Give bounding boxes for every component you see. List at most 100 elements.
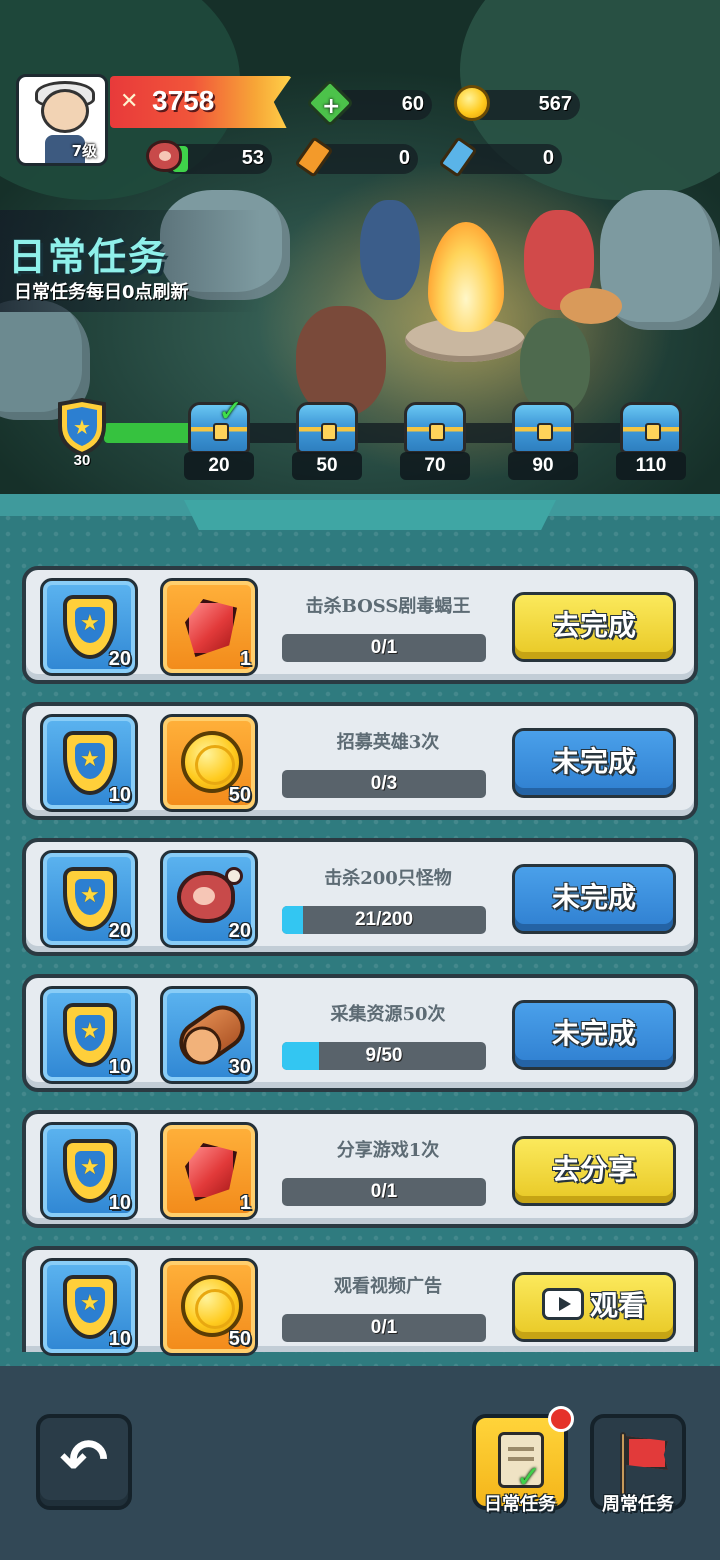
avatar-face (41, 89, 89, 133)
notification-dot (548, 1406, 574, 1432)
milestone-chest[interactable]: 110 (614, 398, 688, 482)
milestone-points: 50 (292, 452, 362, 480)
reward-count: 30 (228, 1056, 251, 1078)
task-progress-bar: 0/1 (282, 634, 486, 662)
milestone-chest[interactable]: 70 (398, 398, 472, 482)
milestone-chest[interactable]: 90 (506, 398, 580, 482)
blue-ticket-value: 0 (542, 147, 554, 169)
task-card: ★ 10 1 分享游戏1次 0/1 去分享 (22, 1110, 698, 1228)
task-action-button[interactable]: 未完成 (512, 864, 676, 934)
milestone-points: 20 (184, 452, 254, 480)
task-card: ★ 10 50 招募英雄3次 0/3 未完成 (22, 702, 698, 820)
reward-count: 10 (108, 784, 131, 806)
back-button[interactable]: ↶ (36, 1414, 132, 1510)
task-progress-bar: 21/200 (282, 906, 486, 934)
reward-count: 10 (108, 1192, 131, 1214)
task-progress-bar: 9/50 (282, 1042, 486, 1070)
item-reward: 30 (160, 986, 258, 1084)
treasure-chest-icon (404, 402, 466, 454)
red-flag-icon (612, 1432, 668, 1496)
task-button-label: 未完成 (551, 881, 636, 914)
task-progress-text: 0/1 (370, 1317, 398, 1338)
reward-count: 20 (108, 920, 131, 942)
task-card: ★ 20 1 击杀BOSS剧毒蝎王 0/1 去完成 (22, 566, 698, 684)
treasure-chest-icon (296, 402, 358, 454)
reward-count: 50 (228, 784, 251, 806)
meat-bone (225, 867, 243, 885)
reward-count: 10 (108, 1056, 131, 1078)
activity-points-reward: ★ 20 (40, 578, 138, 676)
task-progress-bar: 0/3 (282, 770, 486, 798)
pet-dog (560, 288, 622, 324)
checkmark-icon: ✓ (218, 394, 244, 429)
task-action-button[interactable]: 未完成 (512, 1000, 676, 1070)
task-title: 观看视频广告 (334, 1276, 442, 1297)
milestone-points: 110 (616, 452, 686, 480)
task-card: ★ 10 30 采集资源50次 9/50 未完成 (22, 974, 698, 1092)
task-title: 分享游戏1次 (336, 1140, 440, 1161)
task-card: ★ 10 50 观看视频广告 0/1 观看 (22, 1246, 698, 1356)
crossed-swords-icon: ✕ (120, 89, 139, 114)
svg-text:★: ★ (73, 415, 91, 439)
treasure-chest-icon (620, 402, 682, 454)
task-progress-text: 0/1 (370, 1181, 398, 1202)
task-action-button[interactable]: 去分享 (512, 1136, 676, 1206)
reward-count: 10 (108, 1328, 131, 1350)
player-avatar[interactable]: 7级 (16, 74, 108, 166)
ruby-icon (185, 1143, 237, 1201)
item-reward: 20 (160, 850, 258, 948)
back-arrow-icon: ↶ (59, 1426, 109, 1494)
activity-points-reward: ★ 10 (40, 986, 138, 1084)
task-title: 招募英雄3次 (336, 732, 440, 753)
player-level: 7级 (71, 142, 97, 160)
tab-weekly-label: 周常任务 (602, 1494, 674, 1515)
task-title: 击杀BOSS剧毒蝎王 (305, 596, 471, 617)
task-button-label: 去分享 (551, 1153, 636, 1186)
hero-guitarist (360, 200, 420, 300)
panel-tab-notch (184, 500, 556, 530)
gold-coin-icon (454, 85, 490, 121)
milestone-points: 90 (508, 452, 578, 480)
task-progress-bar: 0/1 (282, 1178, 486, 1206)
campfire-flame (428, 222, 504, 332)
task-progress-text: 0/1 (370, 637, 398, 658)
reward-count: 50 (228, 1328, 251, 1350)
combat-power-banner: ✕ 3758 (110, 76, 292, 128)
combat-power-value: 3758 (152, 85, 215, 116)
task-progress-text: 21/200 (354, 909, 414, 930)
task-button-label: 去完成 (551, 609, 636, 642)
gem-value: 60 (401, 93, 424, 115)
activity-points-reward: ★ 10 (40, 714, 138, 812)
milestone-chest[interactable]: ✓ 20 (182, 394, 256, 482)
task-progress-text: 9/50 (365, 1045, 403, 1066)
task-button-label: 未完成 (551, 1017, 636, 1050)
ruby-icon (185, 599, 237, 657)
item-reward: 1 (160, 1122, 258, 1220)
task-action-button[interactable]: 去完成 (512, 592, 676, 662)
reward-count: 20 (108, 648, 131, 670)
milestone-points: 70 (400, 452, 470, 480)
item-reward: 1 (160, 578, 258, 676)
task-action-button[interactable]: 观看 (512, 1272, 676, 1342)
meat-icon (146, 140, 182, 172)
reward-count: 20 (228, 920, 251, 942)
gold-value: 567 (538, 93, 572, 115)
task-progress-text: 0/3 (370, 773, 398, 794)
tab-daily-label: 日常任务 (484, 1494, 556, 1515)
treasure-chest-icon (512, 402, 574, 454)
page-subtitle: 日常任务每日0点刷新 (14, 282, 189, 303)
activity-points-reward: ★ 10 (40, 1122, 138, 1220)
reward-count: 1 (239, 1192, 251, 1214)
milestone-chest[interactable]: 50 (290, 398, 364, 482)
stamina-value: 53 (241, 147, 264, 169)
plus-icon[interactable]: + (322, 94, 340, 119)
reward-count: 1 (239, 648, 251, 670)
activity-points-value: 30 (73, 452, 91, 469)
task-card: ★ 20 20 击杀200只怪物 21/200 未完成 (22, 838, 698, 956)
item-reward: 50 (160, 714, 258, 812)
task-button-label: 观看 (589, 1289, 646, 1322)
page-title: 日常任务 (8, 235, 169, 279)
item-reward: 50 (160, 1258, 258, 1356)
activity-points-reward: ★ 10 (40, 1258, 138, 1356)
task-action-button[interactable]: 未完成 (512, 728, 676, 798)
